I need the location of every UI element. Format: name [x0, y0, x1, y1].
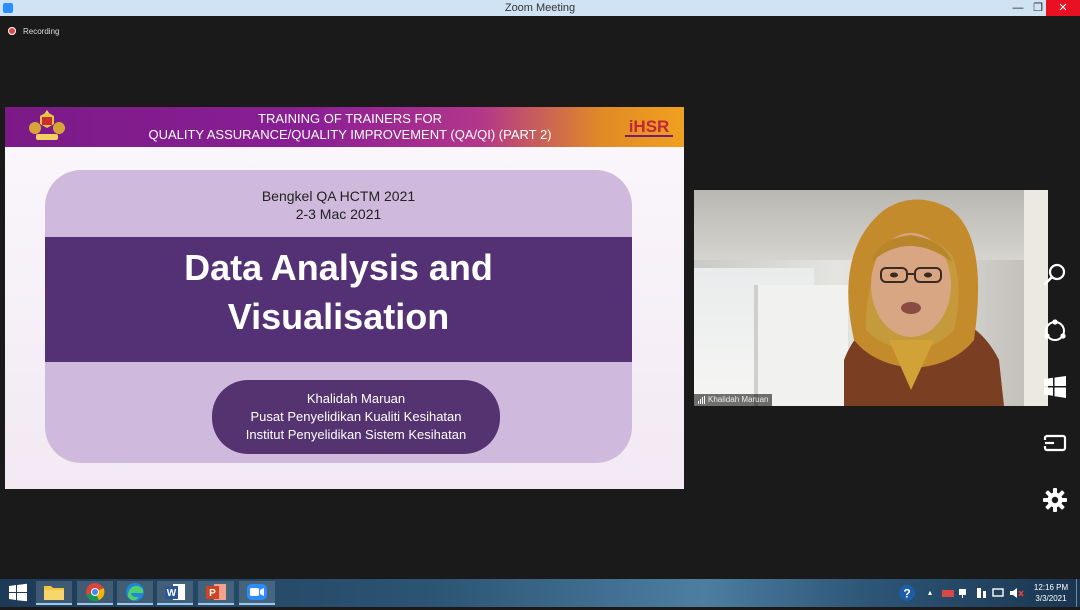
clock-date: 3/3/2021: [1035, 594, 1067, 603]
window-title: Zoom Meeting: [504, 2, 576, 14]
close-button[interactable]: ✕: [1046, 0, 1080, 16]
clock[interactable]: 12:16 PM 3/3/2021: [1030, 582, 1072, 604]
tray-device-icon[interactable]: [975, 587, 989, 599]
slide-header-title: TRAINING OF TRAINERS FOR QUALITY ASSURAN…: [90, 111, 610, 143]
show-desktop-button[interactable]: [1076, 579, 1080, 607]
tray-display-icon[interactable]: [992, 587, 1006, 599]
presenter-affiliation-2: Institut Penyelidikan Sistem Kesihatan: [245, 427, 467, 442]
taskbar-file-explorer[interactable]: [36, 581, 72, 605]
clock-time: 12:16 PM: [1033, 583, 1069, 592]
edge-icon: [126, 583, 144, 601]
participant-name: Khalidah Maruan: [708, 395, 769, 404]
search-icon[interactable]: [1042, 262, 1068, 288]
event-info: Bengkel QA HCTM 2021 2-3 Mac 2021: [45, 187, 632, 223]
powerpoint-icon: P: [206, 584, 226, 600]
event-name: Bengkel QA HCTM 2021: [261, 188, 416, 204]
taskbar: W P ? ▴ 12:16 PM 3/3/2021: [0, 579, 1080, 607]
file-explorer-icon: [44, 586, 64, 600]
slide-title-line-2: Visualisation: [227, 296, 450, 337]
logo-text: iHSR: [629, 117, 670, 136]
windows-start-icon: [9, 583, 27, 602]
slide-title-line-1: Data Analysis and: [184, 247, 493, 288]
word-icon: W: [165, 584, 185, 600]
taskbar-word[interactable]: W: [157, 581, 193, 605]
taskbar-start-button[interactable]: [0, 581, 36, 605]
tray-network-icon[interactable]: [958, 587, 972, 599]
start-icon[interactable]: [1042, 374, 1068, 400]
tray-app-icon[interactable]: [941, 587, 955, 599]
recording-indicator[interactable]: Recording: [8, 24, 59, 38]
participant-video-tile[interactable]: Khalidah Maruan: [694, 190, 1048, 406]
svg-text:W: W: [167, 588, 177, 599]
signal-strength-icon: [698, 396, 705, 404]
presenter-name: Khalidah Maruan: [306, 391, 406, 406]
header-line-1: TRAINING OF TRAINERS FOR: [258, 111, 442, 126]
zoom-app-icon: [3, 3, 13, 13]
slide-title: Data Analysis and Visualisation: [45, 243, 632, 341]
settings-icon[interactable]: [1042, 487, 1068, 513]
volume-muted-icon[interactable]: [1009, 587, 1025, 599]
window-titlebar: Zoom Meeting — ❐ ✕: [0, 0, 1080, 16]
presenter-affiliation-1: Pusat Penyelidikan Kualiti Kesihatan: [250, 409, 462, 424]
participant-name-tag: Khalidah Maruan: [694, 394, 773, 406]
taskbar-edge[interactable]: [117, 581, 153, 605]
chrome-icon: [86, 583, 105, 602]
taskbar-chrome[interactable]: [77, 581, 113, 605]
svg-text:?: ?: [903, 587, 910, 601]
shared-slide: TRAINING OF TRAINERS FOR QUALITY ASSURAN…: [5, 107, 684, 489]
recording-label: Recording: [23, 26, 60, 36]
presenter-info: Khalidah Maruan Pusat Penyelidikan Kuali…: [212, 390, 500, 444]
zoom-icon: [247, 584, 267, 600]
svg-text:P: P: [209, 588, 216, 599]
devices-icon[interactable]: [1042, 430, 1068, 456]
record-dot-icon: [8, 27, 16, 35]
ihsr-logo-icon: iHSR: [625, 117, 673, 137]
slide-header: TRAINING OF TRAINERS FOR QUALITY ASSURAN…: [5, 107, 684, 147]
event-date: 2-3 Mac 2021: [295, 206, 382, 222]
coat-of-arms-icon: [29, 110, 65, 140]
taskbar-powerpoint[interactable]: P: [198, 581, 234, 605]
participant-avatar: [844, 199, 1004, 406]
tray-overflow-icon[interactable]: ▴: [924, 587, 936, 598]
taskbar-zoom[interactable]: [239, 581, 275, 605]
header-line-2: QUALITY ASSURANCE/QUALITY IMPROVEMENT (Q…: [148, 127, 552, 142]
help-icon[interactable]: ?: [898, 584, 916, 602]
share-icon[interactable]: [1042, 318, 1068, 344]
